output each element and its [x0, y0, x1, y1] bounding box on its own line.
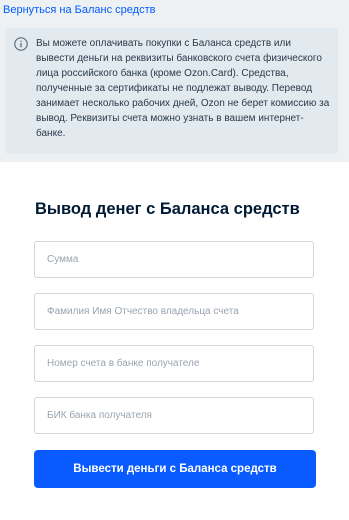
form-title: Вывод денег с Баланса средств [35, 200, 300, 218]
info-text: Вы можете оплачивать покупки с Баланса с… [36, 38, 330, 139]
amount-input[interactable] [34, 241, 314, 278]
withdraw-form: Вывод денег с Баланса средств Вывести де… [0, 172, 349, 520]
bik-input[interactable] [34, 397, 314, 434]
owner-name-input[interactable] [34, 293, 314, 330]
info-icon [14, 37, 28, 51]
back-to-balance-link[interactable]: Вернуться на Баланс средств [3, 3, 155, 17]
top-area: Вернуться на Баланс средств Вы можете оп… [0, 0, 349, 162]
info-box: Вы можете оплачивать покупки с Баланса с… [5, 28, 338, 154]
withdraw-submit-button[interactable]: Вывести деньги с Баланса средств [34, 450, 316, 488]
account-number-input[interactable] [34, 345, 314, 382]
